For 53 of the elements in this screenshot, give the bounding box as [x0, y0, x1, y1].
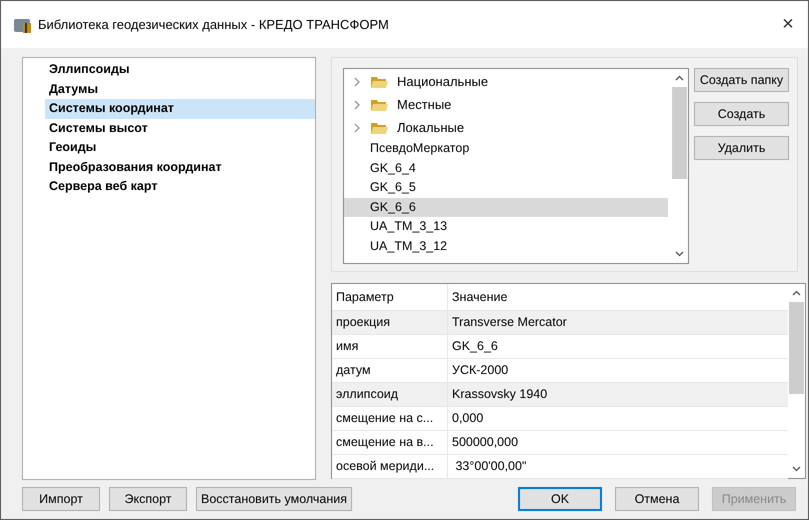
- parameter-cell: имя: [332, 335, 448, 358]
- sidebar-item[interactable]: Системы высот: [45, 118, 315, 138]
- column-header: Параметр: [332, 284, 448, 310]
- value-cell-text: Transverse Mercator: [451, 314, 567, 331]
- tree-item[interactable]: GK_6_6: [344, 198, 668, 217]
- folder-icon: [371, 76, 388, 88]
- value-cell-text: 0,000: [451, 410, 484, 427]
- value-cell-text: Krassovsky 1940: [451, 386, 548, 403]
- folder-icon: [371, 122, 388, 134]
- parameter-cell: смещение на в...: [332, 431, 448, 454]
- chevron-icon[interactable]: [354, 76, 361, 86]
- parameter-cell: эллипсоид: [332, 383, 448, 406]
- value-cell-text: 33°00'00,00": [454, 458, 526, 475]
- tree-item-label[interactable]: Национальные: [397, 70, 488, 93]
- dialog-button[interactable]: Отмена: [615, 487, 699, 511]
- tree-item[interactable]: GK_6_4: [344, 158, 668, 178]
- tree-item[interactable]: ПсевдоМеркатор: [344, 139, 668, 158]
- tree-item[interactable]: UA_TM_3_13: [344, 217, 668, 236]
- parameter-cell: смещение на с...: [332, 407, 448, 430]
- tree-action-button[interactable]: Создать папку: [694, 68, 789, 92]
- sidebar-item[interactable]: Сервера веб карт: [45, 177, 315, 196]
- sidebar-item[interactable]: Системы координат: [45, 99, 315, 118]
- chevron-icon[interactable]: [354, 100, 361, 110]
- tree-item-label[interactable]: Локальные: [397, 116, 464, 139]
- dialog-button[interactable]: OK: [518, 487, 602, 511]
- scroll-down-icon[interactable]: [792, 466, 801, 472]
- footer-button[interactable]: Восстановить умолчания: [196, 487, 352, 511]
- close-button[interactable]: ×: [768, 13, 808, 36]
- sidebar-item[interactable]: Геоиды: [45, 138, 315, 158]
- value-cell-text: 500000,000: [451, 434, 518, 451]
- footer-button[interactable]: Импорт: [22, 487, 100, 511]
- parameter-cell: проекция: [332, 311, 448, 334]
- folder-icon: [371, 98, 388, 110]
- tree-action-button[interactable]: Удалить: [694, 136, 789, 160]
- sidebar-item[interactable]: Эллипсоиды: [45, 60, 315, 80]
- tree-item[interactable]: UA_TM_3_12: [344, 236, 668, 256]
- value-cell-text: УСК-2000: [451, 362, 508, 379]
- window-title: Библиотека геодезических данных - КРЕДО ТРАНСФОРМ: [38, 17, 390, 32]
- tree-action-button[interactable]: Создать: [694, 102, 789, 126]
- scroll-up-icon[interactable]: [792, 290, 801, 296]
- app-icon: [14, 16, 32, 32]
- footer-button[interactable]: Экспорт: [109, 487, 187, 511]
- parameter-cell: датум: [332, 359, 448, 382]
- sidebar-item[interactable]: Преобразования координат: [45, 158, 315, 177]
- value-cell-text: GK_6_6: [451, 338, 498, 355]
- parameter-cell: осевой мериди...: [332, 455, 448, 478]
- tree-item-label[interactable]: Местные: [397, 93, 452, 116]
- sidebar-item[interactable]: Датумы: [45, 80, 315, 99]
- column-header: Значение: [451, 289, 508, 306]
- tree-item[interactable]: GK_6_5: [344, 178, 668, 198]
- chevron-icon[interactable]: [354, 122, 361, 132]
- scroll-down-icon[interactable]: [675, 251, 684, 257]
- scroll-up-icon[interactable]: [675, 75, 684, 81]
